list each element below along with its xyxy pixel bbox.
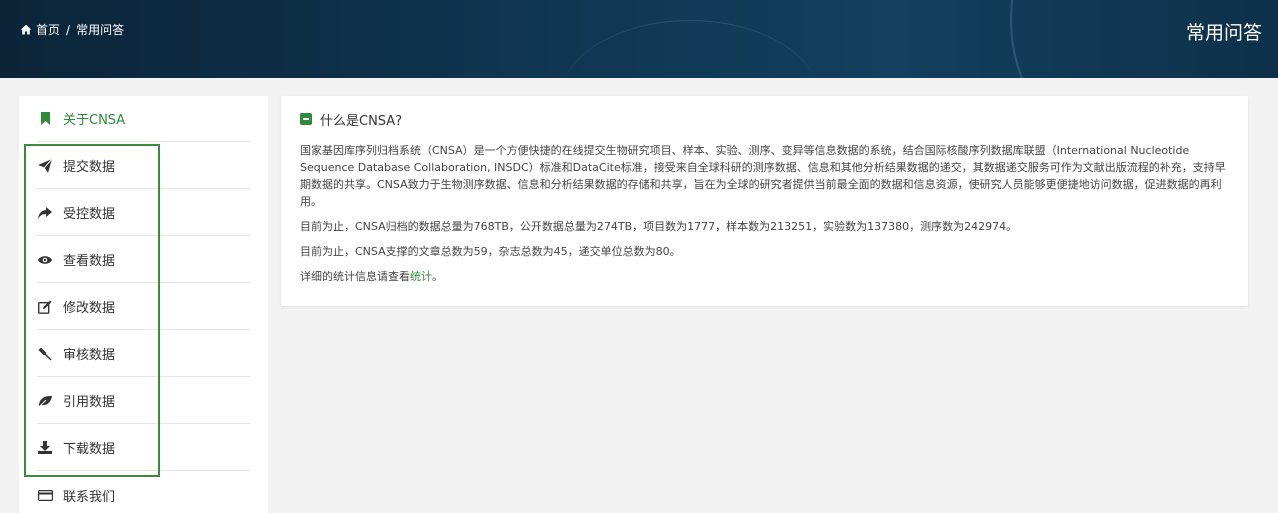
sidebar-item-label: 联系我们 <box>63 489 116 505</box>
sidebar: 关于CNSA 提交数据 受控数据 查看数据 修改数据 审核数据 引用数据 下载数… <box>19 96 268 513</box>
sidebar-item-label: 修改数据 <box>63 301 116 316</box>
eye-icon <box>37 252 53 268</box>
page-title: 常用问答 <box>1185 22 1262 44</box>
panel-header[interactable]: 什么是CNSA? <box>300 110 1230 129</box>
sidebar-item-download[interactable]: 下载数据 <box>37 425 250 471</box>
sidebar-item-label: 查看数据 <box>63 254 116 269</box>
paper-plane-icon <box>37 158 53 174</box>
bookmark-icon <box>37 111 53 127</box>
credit-card-icon <box>37 487 53 503</box>
download-icon <box>37 440 53 456</box>
sidebar-item-label: 关于CNSA <box>63 113 126 128</box>
intro-paragraph: 国家基因库序列归档系统（CNSA）是一个方便快捷的在线提交生物研究项目、样本、实… <box>300 144 1226 208</box>
banner-decoration <box>560 20 820 78</box>
home-icon[interactable] <box>20 24 32 36</box>
data-stats-paragraph: 目前为止，CNSA归档的数据总量为768TB，公开数据总量为274TB，项目数为… <box>300 220 1018 233</box>
panel-title: 什么是CNSA? <box>320 113 403 129</box>
sidebar-item-label: 审核数据 <box>63 348 116 363</box>
sidebar-item-label: 受控数据 <box>63 207 116 222</box>
stats-link-paragraph: 详细的统计信息请查看统计。 <box>300 268 1230 285</box>
leaf-icon <box>37 393 53 409</box>
gavel-icon <box>37 346 53 362</box>
edit-icon <box>37 299 53 315</box>
sidebar-item-submit[interactable]: 提交数据 <box>37 143 250 189</box>
sidebar-item-view[interactable]: 查看数据 <box>37 237 250 283</box>
stats-suffix: 。 <box>432 270 443 283</box>
content-panel: 什么是CNSA? 国家基因库序列归档系统（CNSA）是一个方便快捷的在线提交生物… <box>281 96 1248 306</box>
sidebar-item-cite[interactable]: 引用数据 <box>37 378 250 424</box>
sidebar-item-review[interactable]: 审核数据 <box>37 331 250 377</box>
stats-link[interactable]: 统计 <box>410 270 432 283</box>
breadcrumb-home-link[interactable]: 首页 <box>36 21 60 38</box>
header-banner: 首页 / 常用问答 常用问答 <box>0 0 1278 78</box>
sidebar-item-about[interactable]: 关于CNSA <box>37 96 250 142</box>
collapse-icon[interactable] <box>300 113 312 125</box>
sidebar-item-controlled[interactable]: 受控数据 <box>37 190 250 236</box>
sidebar-item-label: 引用数据 <box>63 395 116 410</box>
sidebar-item-label: 下载数据 <box>63 442 116 457</box>
stats-prefix: 详细的统计信息请查看 <box>300 270 410 283</box>
sidebar-item-label: 提交数据 <box>63 160 116 175</box>
sidebar-item-contact[interactable]: 联系我们 <box>37 472 250 513</box>
article-stats-paragraph: 目前为止，CNSA支撑的文章总数为59，杂志总数为45，递交单位总数为80。 <box>300 245 681 258</box>
breadcrumb-separator: / <box>66 22 71 37</box>
breadcrumb-current: 常用问答 <box>76 23 125 37</box>
breadcrumb: 首页 / 常用问答 <box>20 21 124 38</box>
share-arrow-icon <box>37 205 53 221</box>
sidebar-item-edit[interactable]: 修改数据 <box>37 284 250 330</box>
